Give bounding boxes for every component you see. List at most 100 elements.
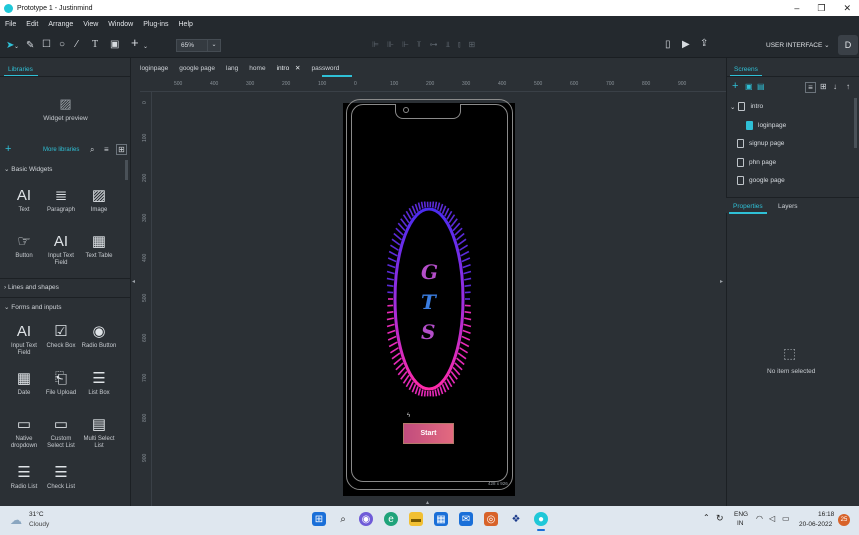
scrollbar[interactable]: [125, 160, 128, 180]
widget-check-box[interactable]: ☑ Check Box: [42, 321, 80, 350]
template-icon[interactable]: ▤: [757, 82, 765, 91]
close-button[interactable]: ✕: [843, 3, 851, 14]
tab-screens[interactable]: Screens: [734, 66, 758, 73]
section-lines-shapes[interactable]: › Lines and shapes: [4, 284, 59, 291]
arrow-down-icon[interactable]: ↓: [833, 82, 837, 91]
clock-date[interactable]: 20-06-2022: [799, 521, 832, 528]
chevron-up-icon[interactable]: ⌃: [703, 513, 710, 522]
grid-view-icon[interactable]: ⊞: [116, 144, 127, 155]
collapse-bottom-icon[interactable]: ▴: [426, 499, 429, 506]
more-libraries-link[interactable]: More libraries: [43, 147, 79, 153]
widget-paragraph[interactable]: ≣ Paragraph: [42, 185, 80, 214]
clock-time[interactable]: 16:18: [818, 511, 834, 518]
align-bottom-icon[interactable]: ⫫: [445, 40, 450, 50]
section-basic-widgets[interactable]: ⌄ Basic Widgets: [4, 165, 52, 173]
avatar[interactable]: D: [838, 35, 858, 55]
weather-temp[interactable]: 31°C: [29, 511, 44, 518]
tab-lang[interactable]: lang: [226, 65, 249, 72]
align-left-icon[interactable]: ⊫: [372, 40, 379, 50]
widget-file-upload[interactable]: ⎗ File Upload: [42, 368, 80, 397]
battery-icon[interactable]: ▭: [782, 514, 790, 523]
widget-input-text-field[interactable]: AI Input Text Field: [42, 231, 80, 267]
new-screen-icon[interactable]: ▣: [745, 82, 753, 91]
zoom-select[interactable]: 65% ⌄: [176, 39, 221, 52]
tab-libraries[interactable]: Libraries: [8, 66, 33, 73]
collapse-right-icon[interactable]: ▸: [720, 278, 723, 285]
sync-icon[interactable]: ↻: [716, 513, 724, 524]
tab-intro[interactable]: intro ✕: [277, 64, 312, 72]
widget-date[interactable]: ▦ Date: [5, 368, 43, 397]
tab-password[interactable]: password: [311, 65, 350, 72]
notification-badge[interactable]: 25: [838, 514, 850, 526]
widget-radio-button[interactable]: ◉ Radio Button: [80, 321, 118, 350]
screen-item-signup[interactable]: signup page: [737, 139, 784, 148]
tab-google-page[interactable]: google page: [179, 65, 226, 72]
text-tool-icon[interactable]: T: [92, 39, 98, 51]
dropbox-icon[interactable]: ❖: [509, 512, 523, 526]
wifi-icon[interactable]: ◠: [756, 514, 763, 523]
widget-radio-list[interactable]: ☰ Radio List: [5, 462, 43, 491]
minimize-button[interactable]: –: [794, 3, 799, 13]
widget-list-box[interactable]: ☰ List Box: [80, 368, 118, 397]
section-forms-inputs[interactable]: ⌄ Forms and inputs: [4, 303, 61, 311]
close-tab-icon[interactable]: ✕: [295, 65, 300, 72]
align-top-icon[interactable]: ⫪: [417, 40, 422, 50]
ellipse-tool-icon[interactable]: ○: [59, 39, 65, 51]
widget-native-dropdown[interactable]: ▭ Native dropdown: [5, 414, 43, 450]
screen-item-google[interactable]: google page: [737, 176, 785, 185]
device-icon[interactable]: ▯: [665, 39, 671, 51]
tab-properties[interactable]: Properties: [733, 203, 763, 210]
add-tool-icon[interactable]: +: [131, 36, 139, 49]
play-icon[interactable]: ▶: [682, 39, 690, 51]
menu-help[interactable]: Help: [179, 21, 193, 28]
arrow-up-icon[interactable]: ↑: [846, 82, 850, 91]
edge-browser-icon[interactable]: e: [384, 512, 398, 526]
chevron-down-icon[interactable]: ⌄: [207, 40, 220, 51]
add-dropdown-icon[interactable]: ⌄: [143, 41, 148, 53]
file-explorer-icon[interactable]: ▬: [409, 512, 423, 526]
screen-item-loginpage[interactable]: loginpage: [746, 121, 786, 130]
office-icon[interactable]: ◎: [484, 512, 498, 526]
start-button[interactable]: Start: [403, 423, 454, 444]
distribute-h-icon[interactable]: ⫾: [458, 40, 461, 50]
widget-custom-select[interactable]: ▭ Custom Select List: [42, 414, 80, 450]
list-view-icon[interactable]: ≡: [805, 82, 816, 93]
menu-arrange[interactable]: Arrange: [48, 21, 73, 28]
scrollbar[interactable]: [854, 98, 857, 148]
tab-loginpage[interactable]: loginpage: [140, 65, 179, 72]
rectangle-tool-icon[interactable]: ☐: [42, 39, 51, 51]
widget-check-list[interactable]: ☰ Check List: [42, 462, 80, 491]
widget-text[interactable]: AI Text: [5, 185, 43, 214]
align-center-icon[interactable]: ⊪: [387, 40, 394, 50]
tab-layers[interactable]: Layers: [778, 203, 798, 210]
chat-icon[interactable]: ◉: [359, 512, 373, 526]
weather-status[interactable]: Cloudy: [29, 521, 49, 528]
pen-tool-icon[interactable]: ✎: [26, 40, 34, 52]
tab-home[interactable]: home: [249, 65, 276, 72]
widget-text-table[interactable]: ▦ Text Table: [80, 231, 118, 260]
search-icon[interactable]: ⌕: [90, 145, 94, 155]
screen-item-phn[interactable]: phn page: [737, 158, 776, 167]
distribute-v-icon[interactable]: ⊞: [469, 40, 476, 50]
store-icon[interactable]: ▦: [434, 512, 448, 526]
volume-icon[interactable]: ◁: [769, 514, 775, 523]
menu-view[interactable]: View: [83, 21, 98, 28]
grid-view-icon[interactable]: ⊞: [820, 82, 827, 91]
language-region[interactable]: IN: [737, 520, 744, 527]
export-icon[interactable]: ⇪: [700, 38, 708, 50]
list-view-icon[interactable]: ≡: [104, 145, 109, 154]
weather-icon[interactable]: ☁: [10, 513, 22, 527]
collapse-left-icon[interactable]: ◂: [132, 278, 135, 285]
chevron-down-icon[interactable]: ⌄: [730, 103, 735, 111]
windows-start-icon[interactable]: ⊞: [312, 512, 326, 526]
mail-icon[interactable]: ✉: [459, 512, 473, 526]
add-screen-icon[interactable]: +: [732, 80, 738, 92]
menu-plugins[interactable]: Plug-ins: [143, 21, 168, 28]
ui-mode-select[interactable]: USER INTERFACE ⌄: [766, 41, 830, 49]
align-middle-icon[interactable]: ⊶: [429, 40, 437, 50]
widget-multi-select[interactable]: ▤ Multi Select List: [80, 414, 118, 450]
widget-button[interactable]: ☞ Button: [5, 231, 43, 260]
select-dropdown-icon[interactable]: ⌄: [14, 41, 19, 53]
line-tool-icon[interactable]: ⁄: [76, 39, 78, 51]
menu-edit[interactable]: Edit: [26, 21, 38, 28]
